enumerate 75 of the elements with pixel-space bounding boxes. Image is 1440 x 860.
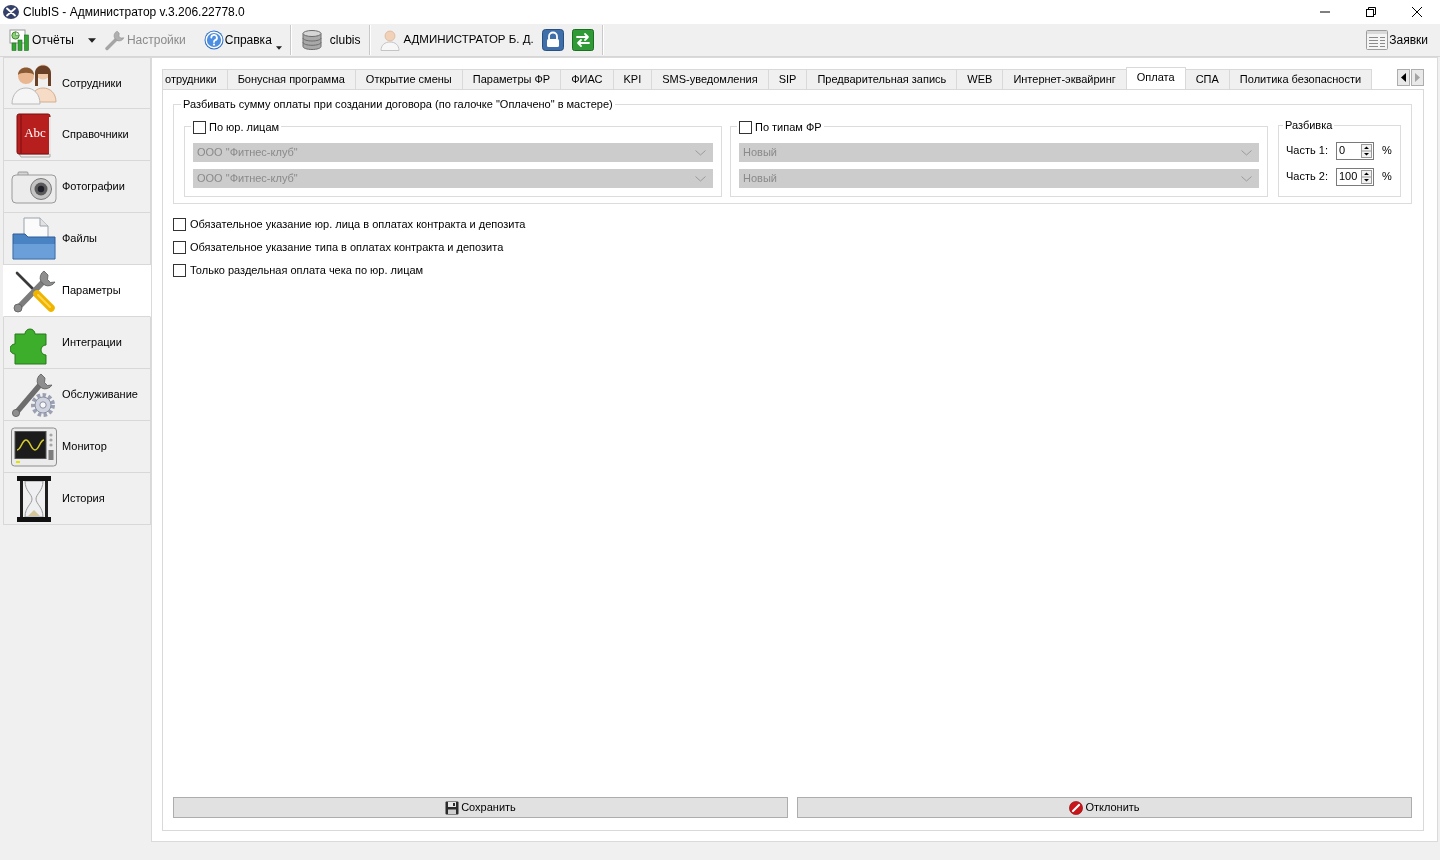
tab[interactable]: SMS-уведомления [651,69,769,89]
no-entry-icon [1069,800,1084,815]
sidebar-item[interactable]: Параметры [3,265,151,317]
unit-label: % [1382,143,1392,159]
left-arrow-icon [1401,73,1406,82]
database-button[interactable]: clubis [298,26,363,54]
spin-arrows-icon [1361,169,1372,184]
caret-icon [275,46,282,50]
chart-icon [9,29,31,51]
tab[interactable]: ФИАС [560,69,614,89]
arrows-icon [571,29,594,51]
tab[interactable]: Бонусная программа [226,69,356,89]
sidebar-item[interactable]: Обслуживание [3,369,151,421]
tab[interactable]: Параметры ФР [461,69,562,89]
save-button[interactable]: Сохранить [173,797,788,818]
floppy-icon [445,800,460,815]
user-button[interactable]: АДМИНИСТРАТОР Б. Д. [377,26,536,54]
wrench-icon [103,29,126,51]
tab[interactable]: Интернет-эквайринг [1002,69,1127,89]
list-icon [1366,30,1389,50]
checkbox[interactable] [173,241,186,255]
caret-icon [87,37,96,43]
tab[interactable]: WEB [956,69,1004,89]
restore-icon [1366,7,1376,17]
folder-icon [10,214,58,263]
reports-button[interactable]: Отчёты [7,26,76,54]
group-title: Разбивать сумму оплаты при создании договора (по галочке "Оплачено" в мастере) [182,98,614,111]
sidebar-item[interactable]: Монитор [3,421,151,473]
spin-field[interactable]: 0 [1336,141,1374,160]
checkbox-label: Обязательное указание юр. лица в оплатах контракта и депозита [190,217,526,233]
help-button[interactable]: Справка [201,26,284,54]
chevron-icon [695,175,706,182]
window-title: ClubIS - Администратор v.3.206.22778.0 [23,4,245,21]
cancel-button[interactable]: Отклонить [797,797,1412,818]
help-icon [203,30,224,50]
chevron-icon [695,149,706,156]
sidebar-item[interactable]: История [3,473,151,525]
database-icon [300,29,323,51]
close-icon [1412,7,1422,17]
chevron-icon [1241,175,1252,182]
sidebar-item[interactable]: Abc Справочники [3,109,151,161]
tab[interactable]: SIP [767,69,808,89]
tab[interactable]: KPI [612,69,653,89]
group-title: Разбивка [1284,119,1334,132]
checkbox-label: Только раздельная оплата чека по юр. лицам [190,263,424,279]
tab[interactable]: Предварительная запись [806,69,958,89]
sidebar-item[interactable]: Файлы [3,213,151,265]
lock-button[interactable] [539,26,566,54]
tab[interactable]: Открытие смены [354,69,463,89]
tab[interactable]: СПА [1184,69,1230,89]
tab[interactable]: Политика безопасности [1228,69,1373,89]
app-icon [3,4,19,20]
switch-user-button[interactable] [569,26,596,54]
checkbox[interactable] [193,120,206,134]
sidebar-item[interactable]: Фотографии [3,161,151,213]
checkbox[interactable] [173,264,186,278]
checkbox-label: По юр. лицам [209,121,280,134]
sidebar-item[interactable]: Интеграции [3,317,151,369]
field-label: Часть 1: [1286,143,1329,159]
sidebar-item[interactable]: Сотрудники [3,57,151,109]
checkbox-label: По типам ФР [755,121,822,134]
lock-icon [541,29,564,51]
spin-arrows-icon [1361,143,1372,158]
field-label: Часть 2: [1286,169,1329,185]
checkbox[interactable] [739,120,752,134]
requests-button[interactable]: Заявки [1364,26,1430,54]
checkbox-label: Обязательное указание типа в оплатах контракта и депозита [190,240,504,256]
user-icon [379,29,400,51]
tab[interactable]: отрудники [162,69,228,89]
right-arrow-icon [1415,73,1420,82]
checkbox[interactable] [173,218,186,232]
chevron-icon [1241,149,1252,156]
tab-scroll-left-button[interactable] [1397,69,1410,86]
spin-field[interactable]: 100 [1336,167,1374,186]
unit-label: % [1382,169,1392,185]
